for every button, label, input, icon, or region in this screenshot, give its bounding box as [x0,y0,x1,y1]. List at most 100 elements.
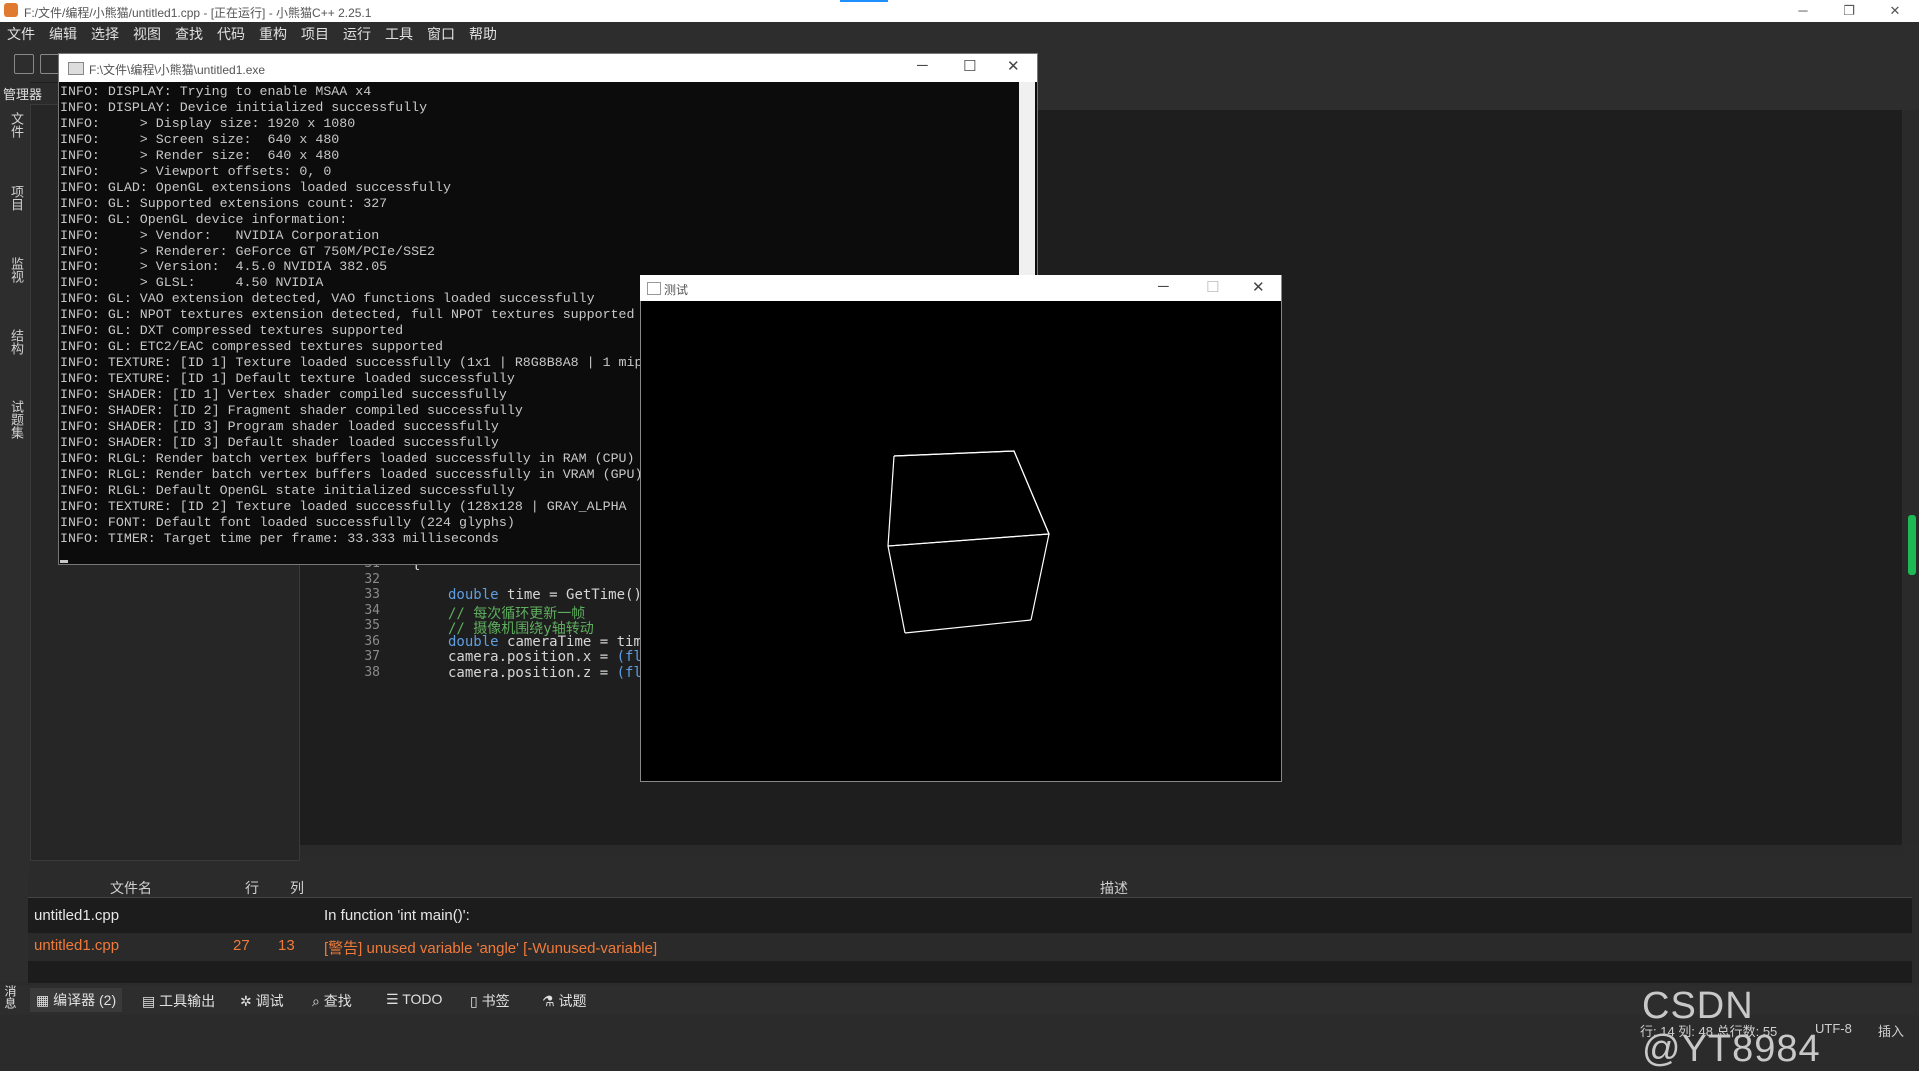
test-close-button[interactable]: ✕ [1252,278,1265,296]
message-row-warning[interactable]: untitled1.cpp 27 13 [警告] unused variable… [28,933,1912,961]
message-file: untitled1.cpp [34,937,120,954]
tab-tool-output[interactable]: ▤ 工具输出 [142,991,215,1011]
cube-edge [1030,533,1050,621]
test-window-title: 测试 [664,283,689,297]
line-number: 34 [364,602,380,618]
line-number: 33 [364,587,380,602]
minimize-button[interactable]: ─ [1780,0,1826,22]
message-line: 27 [233,937,250,954]
menu-search[interactable]: 查找 [168,24,210,44]
status-bar [0,1015,1919,1040]
test-maximize-button[interactable]: ☐ [1206,278,1219,296]
line-number: 32 [364,571,380,587]
console-line: INFO: GL: OpenGL device information: [60,211,348,227]
console-line: INFO: DISPLAY: Trying to enable MSAA x4 [60,84,372,99]
menu-window[interactable]: 窗口 [420,24,462,44]
message-desc: [警告] unused variable 'angle' [-Wunused-v… [324,940,658,957]
grid-icon: ▦ [36,992,54,1008]
menu-refactor[interactable]: 重构 [252,24,294,44]
console-close-button[interactable]: ✕ [1007,57,1020,75]
console-line: INFO: > Viewport offsets: 0, 0 [60,163,332,179]
message-row[interactable]: untitled1.cpp In function 'int main()': [28,903,1912,931]
console-line: INFO: > Renderer: GeForce GT 750M/PCIe/S… [60,243,436,259]
close-button[interactable]: ✕ [1872,0,1918,22]
menu-view[interactable]: 视图 [126,24,168,44]
bottom-tabs: 消息 ▦ 编译器 (2) ▤ 工具输出 ✲ 调试 ⌕ 查找 ☰ TODO ▯ 书… [0,985,1919,1015]
messages-header: 文件名 行 列 描述 [28,875,1912,898]
code-line: double time = GetTime(); [448,587,650,603]
message-file: untitled1.cpp [34,907,120,924]
test-minimize-button[interactable]: ─ [1158,278,1169,295]
console-title: F:\文件\编程\小熊猫\untitled1.exe [89,63,266,77]
console-line: INFO: GLAD: OpenGL extensions loaded suc… [60,179,451,195]
console-line: INFO: > Version: 4.5.0 NVIDIA 382.05 [60,259,388,275]
test-window-title-bar[interactable]: 测试 ─ ☐ ✕ [640,275,1281,301]
tab-todo-label: TODO [402,991,443,1007]
menu-select[interactable]: 选择 [84,24,126,44]
line-number: 38 [364,664,380,680]
tab-search-label: 查找 [323,993,352,1009]
menu-edit[interactable]: 编辑 [42,24,84,44]
console-title-bar[interactable]: F:\文件\编程\小熊猫\untitled1.exe ─ ☐ ✕ [59,54,1037,82]
console-line: INFO: DISPLAY: Device initialized succes… [60,99,428,115]
cube-top-face [887,450,1050,547]
maximize-button[interactable]: ❐ [1826,0,1872,22]
test-window[interactable] [640,275,1282,782]
console-line: INFO: > Screen size: 640 x 480 [60,131,340,147]
window-title: F:/文件/编程/小熊猫/untitled1.cpp - [正在运行] - 小熊… [24,6,372,20]
watermark: CSDN @YT8984 [1642,985,1821,1070]
open-file-icon[interactable] [40,54,60,74]
left-vertical-tabs: 文件 项目 监视 结构 试题集 [0,82,30,982]
vtab-files[interactable]: 文件 [4,112,26,138]
tab-compiler[interactable]: ▦ 编译器 (2) [30,988,123,1012]
message-col: 13 [278,937,295,954]
editor-horizontal-scrollbar[interactable] [300,845,1905,857]
search-icon: ⌕ [312,993,324,1009]
tab-bookmarks[interactable]: ▯ 书签 [470,991,510,1011]
title-accent [840,0,888,2]
header-col[interactable]: 列 [290,878,304,898]
tab-debug[interactable]: ✲ 调试 [240,991,284,1011]
line-number: 35 [364,618,380,633]
cube-edge [893,450,1015,457]
tab-problem[interactable]: ⚗ 试题 [542,991,586,1011]
cube-edge [904,619,1032,634]
vtab-project[interactable]: 项目 [4,185,26,211]
menu-tools[interactable]: 工具 [378,24,420,44]
vtab-structure[interactable]: 结构 [4,329,26,355]
document-icon: ▤ [142,993,160,1009]
tab-todo[interactable]: ☰ TODO [386,991,442,1008]
console-maximize-button[interactable]: ☐ [963,57,976,75]
title-bar: F:/文件/编程/小熊猫/untitled1.cpp - [正在运行] - 小熊… [0,0,1919,22]
cube-edge [887,545,906,634]
bookmark-icon: ▯ [470,993,482,1009]
console-cursor [60,560,68,563]
line-number: 37 [364,649,380,664]
app-logo-icon [4,3,18,17]
editor-scroll-thumb[interactable] [1908,515,1916,575]
console-line: INFO: > Display size: 1920 x 1080 [60,115,356,131]
menu-bar: 文件 编辑 选择 视图 查找 代码 重构 项目 运行 工具 窗口 帮助 [0,22,1919,46]
vtab-problem-set[interactable]: 试题集 [4,400,26,439]
code-token: double [448,587,508,603]
menu-file[interactable]: 文件 [0,24,42,44]
tab-problem-label: 试题 [558,993,587,1009]
tab-search[interactable]: ⌕ 查找 [312,991,352,1011]
header-file[interactable]: 文件名 [110,878,152,898]
header-line[interactable]: 行 [245,878,259,898]
message-desc: In function 'int main()': [324,907,470,924]
menu-run[interactable]: 运行 [336,24,378,44]
bug-icon: ✲ [240,993,256,1009]
console-minimize-button[interactable]: ─ [917,57,928,74]
menu-code[interactable]: 代码 [210,24,252,44]
console-app-icon [68,62,84,75]
editor-vertical-scrollbar[interactable] [1905,110,1919,845]
new-file-icon[interactable] [14,54,34,74]
header-description[interactable]: 描述 [1100,878,1128,898]
vtab-watch[interactable]: 监视 [4,257,26,283]
cube-edge [887,455,895,547]
cube-edge [1013,450,1050,535]
menu-help[interactable]: 帮助 [462,24,504,44]
console-line: INFO: > Render size: 640 x 480 [60,147,340,163]
menu-project[interactable]: 项目 [294,24,336,44]
